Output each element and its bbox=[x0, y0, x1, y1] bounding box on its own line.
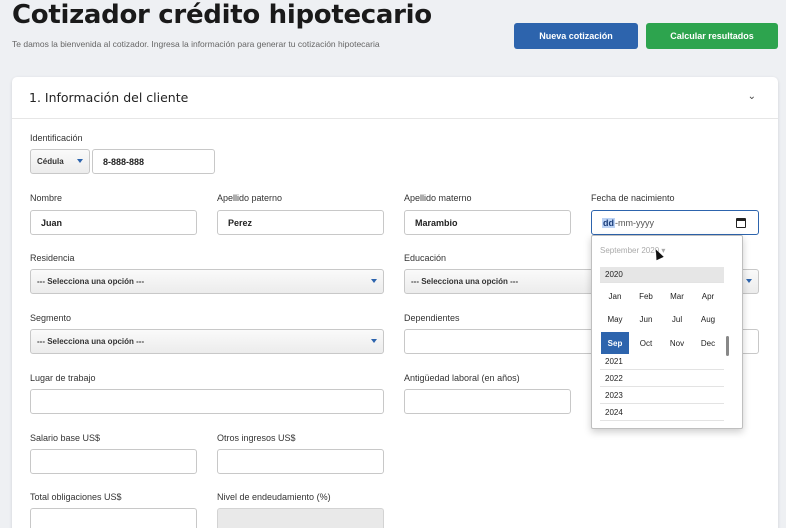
month-option[interactable]: Dec bbox=[694, 332, 722, 354]
month-option[interactable]: Jul bbox=[663, 308, 691, 330]
month-option[interactable]: Aug bbox=[694, 308, 722, 330]
apellido-materno-input[interactable]: Marambio bbox=[404, 210, 571, 235]
educacion-value: --- Selecciona una opción --- bbox=[411, 277, 519, 286]
otros-ingresos-label: Otros ingresos US$ bbox=[217, 433, 296, 443]
date-picker-popup[interactable]: September 2020 ▾ 2020 Jan Feb Mar Apr Ma… bbox=[591, 235, 743, 429]
fecha-nacimiento-label: Fecha de nacimiento bbox=[591, 193, 675, 203]
month-option[interactable]: Oct bbox=[632, 332, 660, 354]
otros-ingresos-input[interactable] bbox=[217, 449, 384, 474]
page-title: Cotizador crédito hipotecario bbox=[12, 0, 432, 30]
year-row[interactable]: 2021 bbox=[600, 354, 724, 370]
date-day-segment[interactable]: dd bbox=[602, 217, 615, 228]
antiguedad-label: Antigüedad laboral (en años) bbox=[404, 373, 520, 383]
segmento-value: --- Selecciona una opción --- bbox=[37, 337, 145, 346]
id-label: Identificación bbox=[30, 133, 83, 143]
apellido-materno-label: Apellido materno bbox=[404, 193, 472, 203]
caret-down-icon bbox=[371, 339, 377, 343]
month-option[interactable]: Mar bbox=[663, 285, 691, 307]
caret-down-icon bbox=[77, 159, 83, 163]
calculate-results-button[interactable]: Calcular resultados bbox=[646, 23, 778, 49]
lugar-trabajo-label: Lugar de trabajo bbox=[30, 373, 96, 383]
apellido-paterno-input[interactable]: Perez bbox=[217, 210, 384, 235]
chevron-down-icon[interactable]: ⌄ bbox=[748, 91, 756, 102]
salario-label: Salario base US$ bbox=[30, 433, 101, 443]
month-option[interactable]: Nov bbox=[663, 332, 691, 354]
year-row[interactable]: 2023 bbox=[600, 388, 724, 404]
id-type-value: Cédula bbox=[37, 157, 64, 166]
year-row[interactable]: 2024 bbox=[600, 405, 724, 421]
obligaciones-input[interactable] bbox=[30, 508, 197, 528]
month-option[interactable]: Apr bbox=[694, 285, 722, 307]
calendar-icon[interactable] bbox=[736, 218, 746, 228]
obligaciones-label: Total obligaciones US$ bbox=[30, 492, 122, 502]
segmento-label: Segmento bbox=[30, 313, 72, 323]
dependientes-label: Dependientes bbox=[404, 313, 460, 323]
month-option-selected[interactable]: Sep bbox=[601, 332, 629, 354]
page-subtitle: Te damos la bienvenida al cotizador. Ing… bbox=[12, 39, 380, 49]
endeudamiento-label: Nivel de endeudamiento (%) bbox=[217, 492, 331, 502]
residencia-select[interactable]: --- Selecciona una opción --- bbox=[30, 269, 384, 294]
endeudamiento-input bbox=[217, 508, 384, 528]
id-type-select[interactable]: Cédula bbox=[30, 149, 90, 174]
educacion-label: Educación bbox=[404, 253, 447, 263]
antiguedad-input[interactable] bbox=[404, 389, 571, 414]
month-option[interactable]: Jan bbox=[601, 285, 629, 307]
residencia-label: Residencia bbox=[30, 253, 75, 263]
caret-down-icon bbox=[746, 279, 752, 283]
section-title: 1. Información del cliente bbox=[29, 90, 189, 105]
month-option[interactable]: Jun bbox=[632, 308, 660, 330]
month-option[interactable]: Feb bbox=[632, 285, 660, 307]
lugar-trabajo-input[interactable] bbox=[30, 389, 384, 414]
segmento-select[interactable]: --- Selecciona una opción --- bbox=[30, 329, 384, 354]
apellido-paterno-label: Apellido paterno bbox=[217, 193, 283, 203]
id-number-input[interactable]: 8-888-888 bbox=[92, 149, 215, 174]
date-rest-segment: -mm-yyyy bbox=[615, 217, 654, 228]
new-quote-button[interactable]: Nueva cotización bbox=[514, 23, 638, 49]
salario-input[interactable] bbox=[30, 449, 197, 474]
nombre-label: Nombre bbox=[30, 193, 63, 203]
picker-scrollbar[interactable] bbox=[726, 336, 729, 356]
section-header[interactable]: 1. Información del cliente ⌄ bbox=[12, 77, 778, 119]
month-option[interactable]: May bbox=[601, 308, 629, 330]
year-row[interactable]: 2020 bbox=[600, 267, 724, 283]
caret-down-icon bbox=[371, 279, 377, 283]
nombre-input[interactable]: Juan bbox=[30, 210, 197, 235]
fecha-nacimiento-input[interactable]: dd -mm-yyyy bbox=[591, 210, 759, 235]
residencia-value: --- Selecciona una opción --- bbox=[37, 277, 145, 286]
year-row[interactable]: 2022 bbox=[600, 371, 724, 387]
